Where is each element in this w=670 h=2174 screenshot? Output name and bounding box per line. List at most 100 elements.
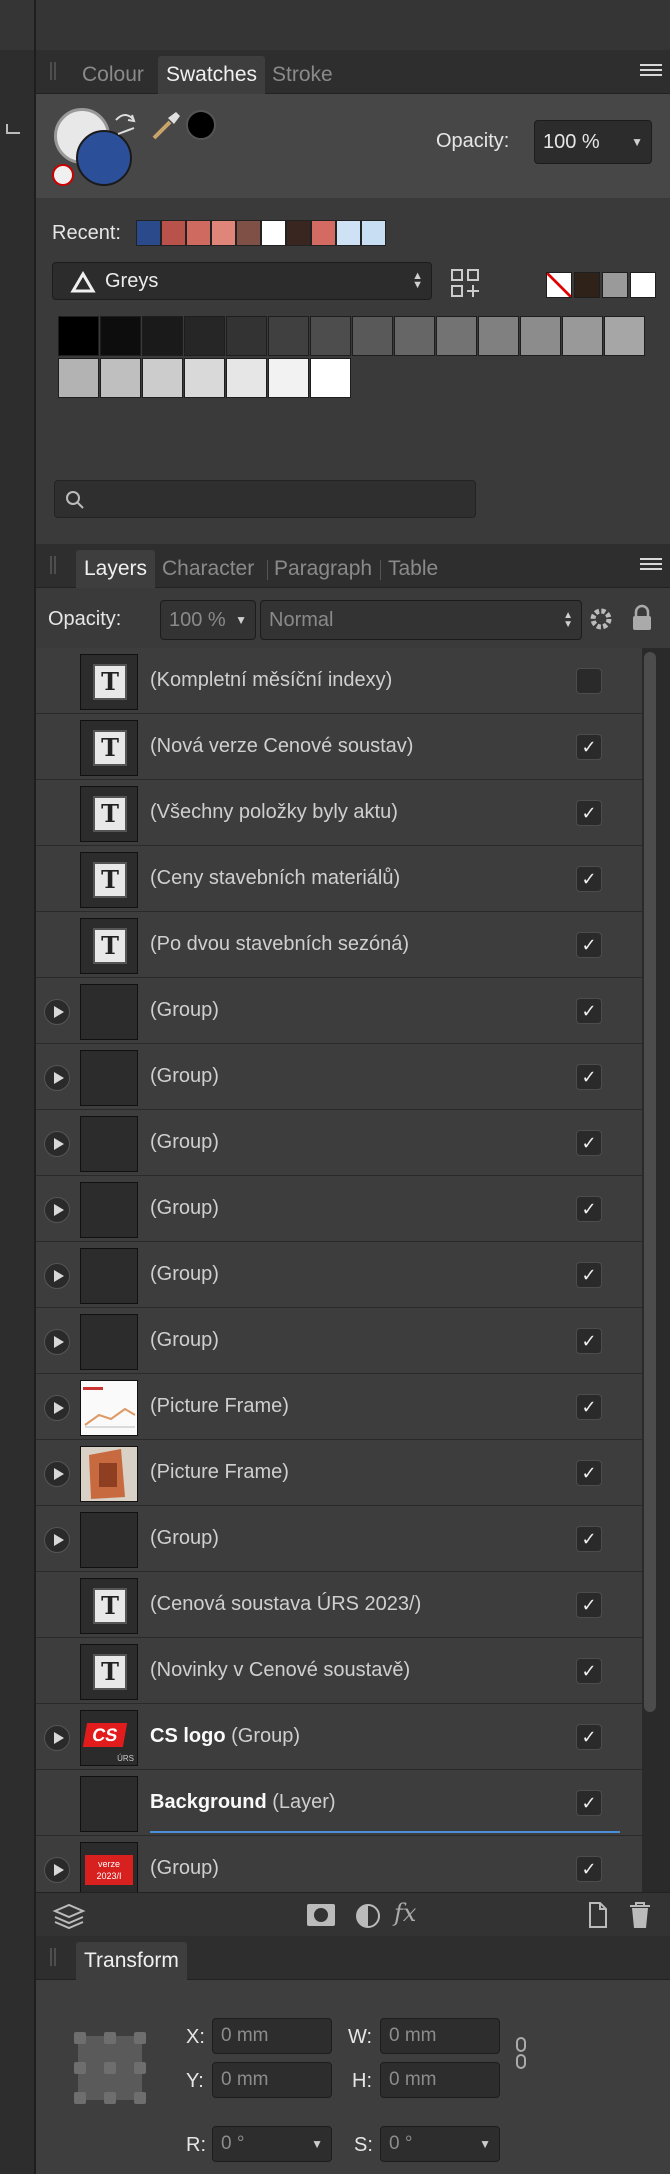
expand-arrow-icon[interactable] (44, 1197, 70, 1223)
tab-stroke[interactable]: Stroke (264, 56, 341, 94)
recent-swatch[interactable] (186, 220, 211, 246)
recent-swatch[interactable] (136, 220, 161, 246)
expand-arrow-icon[interactable] (44, 1857, 70, 1883)
layer-stack-icon[interactable] (52, 1901, 86, 1929)
palette-swatch[interactable] (268, 316, 309, 356)
opacity-dropdown[interactable]: 100 % ▼ (534, 120, 652, 164)
layer-row[interactable]: (Picture Frame) ✓ (36, 1440, 642, 1506)
palette-swatch[interactable] (184, 358, 225, 398)
visibility-checkbox[interactable]: ✓ (576, 998, 602, 1024)
adjustment-icon[interactable] (354, 1902, 382, 1930)
tab-paragraph[interactable]: Paragraph (266, 550, 380, 588)
palette-swatch[interactable] (100, 358, 141, 398)
palette-select[interactable]: Greys ▲ ▼ (52, 262, 432, 300)
fx-icon[interactable]: fx (394, 1899, 416, 1927)
expand-arrow-icon[interactable] (44, 1131, 70, 1157)
layer-row[interactable]: (Po dvou stavebních sezóná) ✓ (36, 912, 642, 978)
expand-arrow-icon[interactable] (44, 1725, 70, 1751)
palette-swatch[interactable] (184, 316, 225, 356)
visibility-checkbox[interactable]: ✓ (576, 734, 602, 760)
palette-swatch[interactable] (604, 316, 645, 356)
x-field[interactable]: 0 mm (212, 2018, 332, 2054)
visibility-checkbox[interactable]: ✓ (576, 1460, 602, 1486)
recent-swatch[interactable] (311, 220, 336, 246)
trash-icon[interactable] (628, 1900, 652, 1930)
layer-row[interactable]: (Group) ✓ (36, 1110, 642, 1176)
visibility-checkbox[interactable]: ✓ (576, 866, 602, 892)
visibility-checkbox[interactable]: ✓ (576, 1658, 602, 1684)
palette-swatch[interactable] (436, 316, 477, 356)
layer-row[interactable]: Background (Layer) ✓ (36, 1770, 642, 1836)
fill-colour-well[interactable] (76, 130, 132, 186)
recent-swatch[interactable] (261, 220, 286, 246)
layer-row[interactable]: (Group) ✓ (36, 978, 642, 1044)
visibility-checkbox[interactable]: ✓ (576, 1592, 602, 1618)
expand-arrow-icon[interactable] (44, 1395, 70, 1421)
palette-swatch[interactable] (226, 316, 267, 356)
visibility-checkbox[interactable]: ✓ (576, 1196, 602, 1222)
layer-row[interactable]: (Group) ✓ (36, 1242, 642, 1308)
palette-swatch[interactable] (100, 316, 141, 356)
layer-row[interactable]: (Všechny položky byly aktu) ✓ (36, 780, 642, 846)
layer-row[interactable]: (Kompletní měsíční indexy) (36, 648, 642, 714)
expand-arrow-icon[interactable] (44, 999, 70, 1025)
palette-swatch[interactable] (310, 358, 351, 398)
palette-swatch[interactable] (58, 316, 99, 356)
h-field[interactable]: 0 mm (380, 2062, 500, 2098)
expand-arrow-icon[interactable] (44, 1329, 70, 1355)
visibility-checkbox[interactable]: ✓ (576, 932, 602, 958)
layers-scrollbar[interactable] (644, 652, 656, 1712)
layer-row[interactable]: (Cenová soustava ÚRS 2023/) ✓ (36, 1572, 642, 1638)
mask-layer-icon[interactable] (306, 1903, 336, 1927)
panel-menu-icon[interactable] (640, 64, 662, 82)
tab-transform[interactable]: Transform (76, 1942, 187, 1980)
layer-row[interactable]: (Ceny stavebních materiálů) ✓ (36, 846, 642, 912)
palette-swatch[interactable] (226, 358, 267, 398)
panel-grip-icon[interactable] (50, 62, 56, 80)
palette-swatch[interactable] (268, 358, 309, 398)
layer-row[interactable]: (Group) ✓ (36, 1176, 642, 1242)
lock-icon[interactable] (630, 604, 654, 632)
palette-swatch[interactable] (142, 316, 183, 356)
visibility-checkbox[interactable]: ✓ (576, 1394, 602, 1420)
mini-swatch[interactable] (630, 272, 656, 298)
mini-swatch[interactable] (602, 272, 628, 298)
visibility-checkbox[interactable]: ✓ (576, 1328, 602, 1354)
picked-colour-well[interactable] (186, 110, 216, 140)
visibility-checkbox[interactable]: ✓ (576, 1064, 602, 1090)
visibility-checkbox[interactable]: ✓ (576, 1790, 602, 1816)
visibility-checkbox[interactable]: ✓ (576, 1724, 602, 1750)
layer-row[interactable]: (Picture Frame) ✓ (36, 1374, 642, 1440)
recent-swatch[interactable] (361, 220, 386, 246)
expand-arrow-icon[interactable] (44, 1065, 70, 1091)
palette-swatch[interactable] (142, 358, 183, 398)
tab-swatches[interactable]: Swatches (158, 56, 266, 94)
palette-swatch[interactable] (394, 316, 435, 356)
layer-row[interactable]: (Group) ✓ (36, 1506, 642, 1572)
panel-grip-icon[interactable] (50, 556, 56, 574)
visibility-checkbox[interactable]: ✓ (576, 1526, 602, 1552)
tab-table[interactable]: Table (380, 550, 446, 588)
expand-arrow-icon[interactable] (44, 1263, 70, 1289)
blend-mode-select[interactable]: Normal ▲ ▼ (260, 600, 582, 640)
shear-field[interactable]: 0 ° ▼ (380, 2126, 500, 2162)
mini-swatch[interactable] (574, 272, 600, 298)
palette-swatch[interactable] (562, 316, 603, 356)
panel-menu-icon[interactable] (640, 558, 662, 576)
rotation-field[interactable]: 0 ° ▼ (212, 2126, 332, 2162)
palette-swatch[interactable] (478, 316, 519, 356)
recent-swatch[interactable] (211, 220, 236, 246)
none-swatch[interactable] (546, 272, 572, 298)
tab-colour[interactable]: Colour (74, 56, 152, 94)
tab-character[interactable]: Character (154, 550, 262, 588)
w-field[interactable]: 0 mm (380, 2018, 500, 2054)
recent-swatch[interactable] (336, 220, 361, 246)
visibility-checkbox[interactable]: ✓ (576, 1262, 602, 1288)
colour-picker-icon[interactable] (150, 108, 184, 142)
visibility-checkbox[interactable]: ✓ (576, 1130, 602, 1156)
palette-swatch[interactable] (352, 316, 393, 356)
tab-layers[interactable]: Layers (76, 550, 156, 588)
swap-colours-icon[interactable] (110, 108, 140, 138)
recent-swatch[interactable] (236, 220, 261, 246)
visibility-checkbox[interactable] (576, 668, 602, 694)
